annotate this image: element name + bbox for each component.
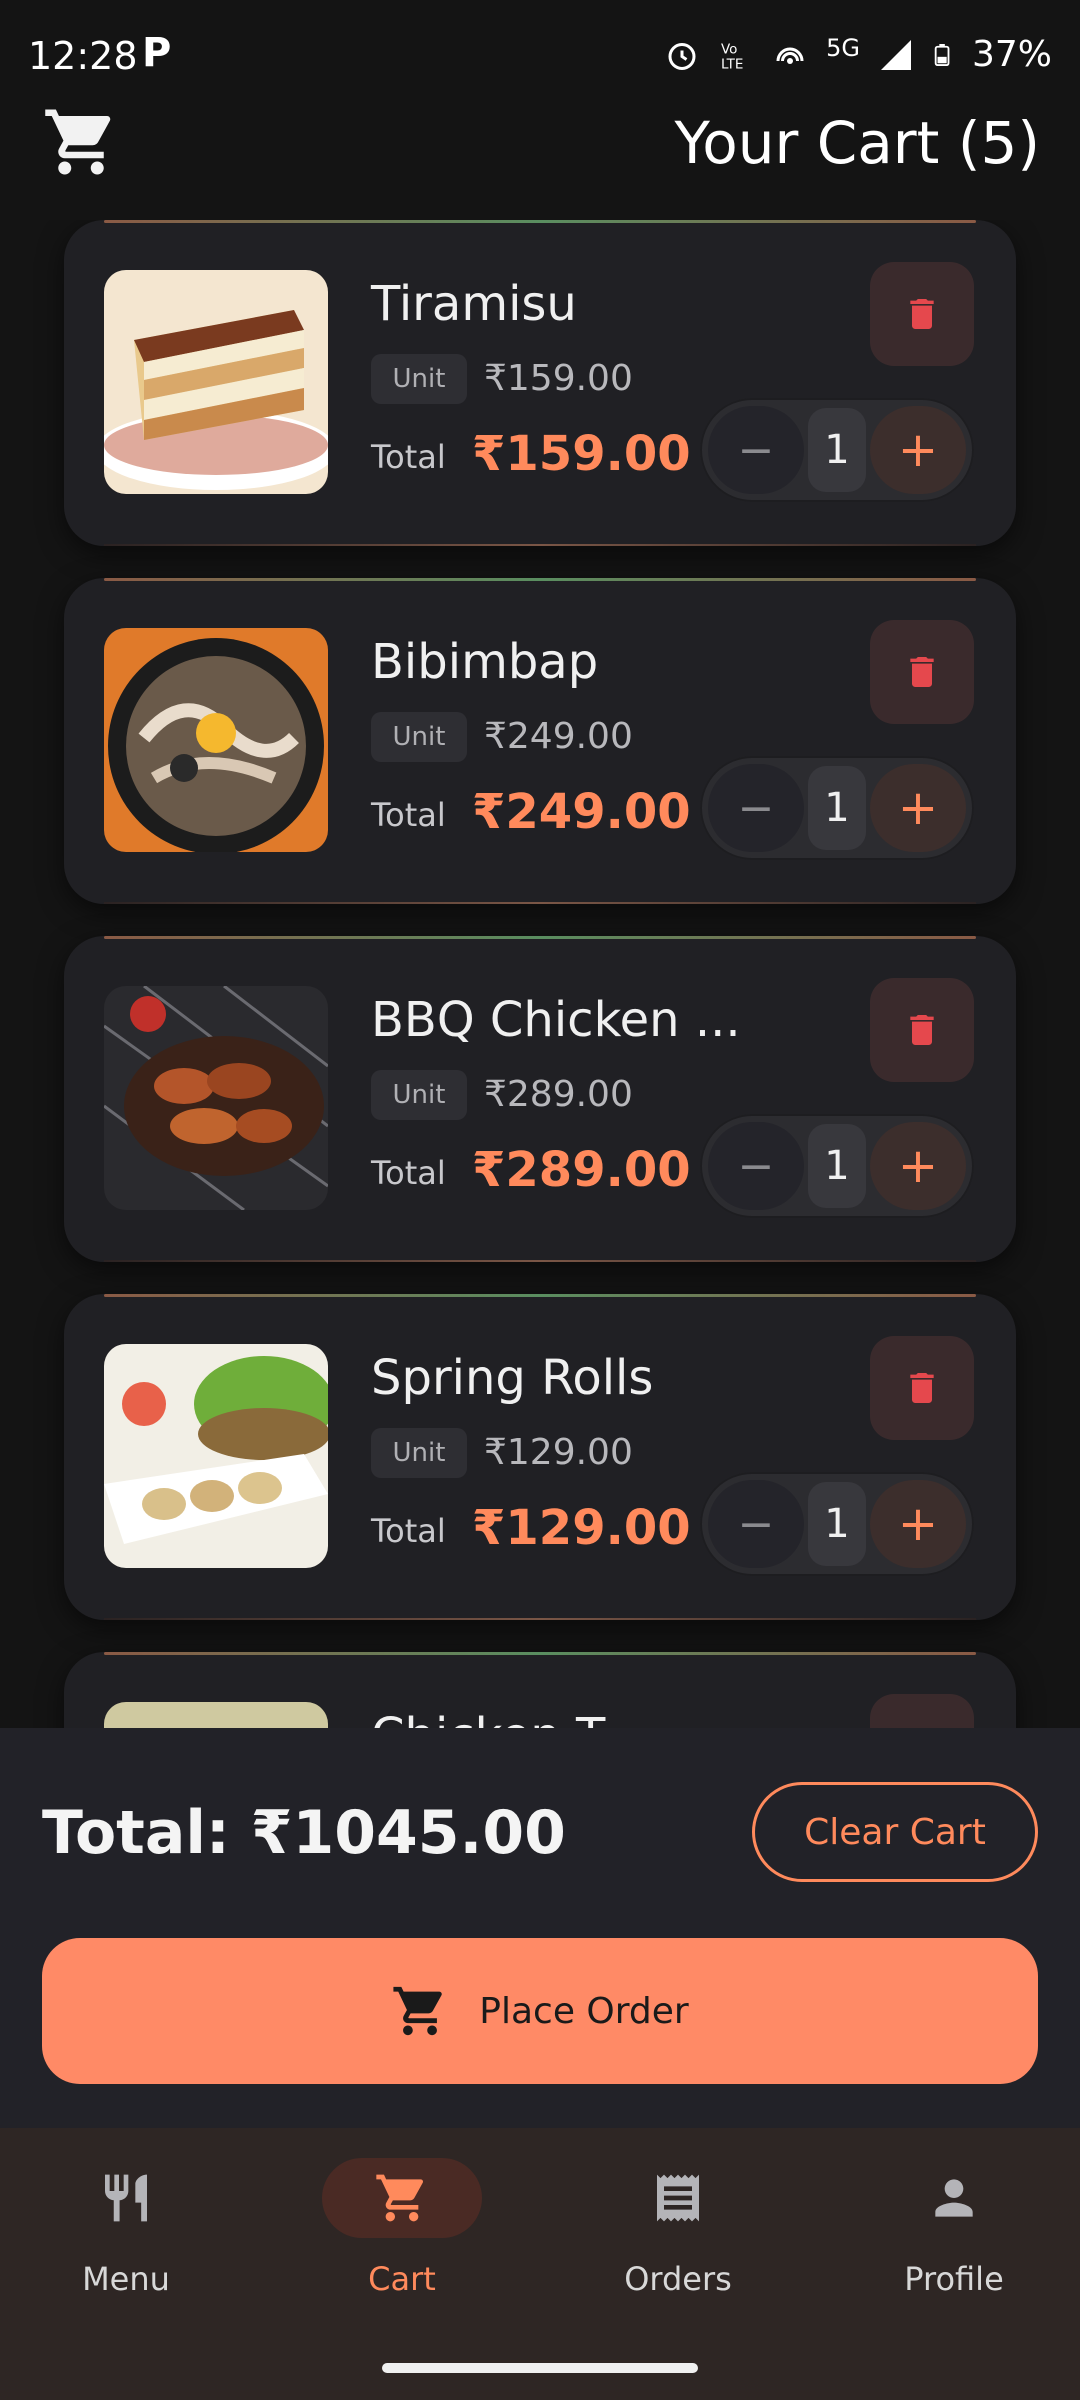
bottom-nav: Menu Cart Orders Profile <box>0 2128 1080 2400</box>
increase-button[interactable]: + <box>870 406 966 494</box>
decrease-button[interactable]: − <box>708 1122 804 1210</box>
trash-icon <box>910 657 934 687</box>
trash-icon <box>910 299 934 329</box>
chicken-image <box>104 1702 328 1730</box>
quantity-stepper: − 1 + <box>700 1472 974 1576</box>
cart-item-card: Bibimbap Unit ₹249.00 Total ₹249.00 − 1 … <box>64 578 1016 904</box>
svg-text:LTE: LTE <box>721 56 743 72</box>
total-label: Total <box>371 1154 446 1192</box>
grand-total: Total: ₹1045.00 <box>42 1798 566 1868</box>
quantity-value: 1 <box>808 766 866 850</box>
unit-chip: Unit <box>371 354 467 404</box>
battery-icon <box>934 43 950 66</box>
increase-button[interactable]: + <box>870 1480 966 1568</box>
item-total: ₹249.00 <box>472 784 691 840</box>
nav-label: Orders <box>624 2260 732 2298</box>
unit-chip: Unit <box>371 712 467 762</box>
item-total: ₹159.00 <box>472 426 691 482</box>
nav-label: Cart <box>368 2260 436 2298</box>
clear-cart-button[interactable]: Clear Cart <box>752 1782 1038 1882</box>
app-notification-icon: P <box>142 30 172 76</box>
spring-rolls-image <box>104 1344 328 1568</box>
unit-price: ₹159.00 <box>484 358 633 399</box>
status-bar: 12:28 P Vo LTE 5G 37% <box>0 0 1080 110</box>
unit-price: ₹249.00 <box>484 716 633 757</box>
delete-button[interactable] <box>870 620 974 724</box>
signal-icon <box>880 39 911 70</box>
decrease-button[interactable]: − <box>708 1480 804 1568</box>
app-header: Your Cart (5) <box>0 95 1080 195</box>
quantity-value: 1 <box>808 1124 866 1208</box>
bbq-chicken-image <box>104 986 328 1210</box>
cart-item-card: Spring Rolls Unit ₹129.00 Total ₹129.00 … <box>64 1294 1016 1620</box>
status-icons: Vo LTE 5G 37% <box>664 34 1052 75</box>
item-name: BBQ Chicken ... <box>371 992 741 1048</box>
status-time: 12:28 <box>28 34 138 78</box>
alarm-icon <box>668 42 696 70</box>
unit-price: ₹289.00 <box>484 1074 633 1115</box>
item-name: Chicken T... <box>371 1708 645 1730</box>
place-order-button[interactable]: Place Order <box>42 1938 1038 2084</box>
receipt-icon <box>598 2158 758 2238</box>
delete-button[interactable] <box>870 978 974 1082</box>
increase-button[interactable]: + <box>870 1122 966 1210</box>
network-type: 5G <box>826 33 860 62</box>
cart-list[interactable]: Tiramisu Unit ₹159.00 Total ₹159.00 − 1 … <box>0 220 1080 1730</box>
battery-level: 37% <box>971 34 1052 75</box>
trash-icon <box>910 1373 934 1403</box>
cart-item-card: Tiramisu Unit ₹159.00 Total ₹159.00 − 1 … <box>64 220 1016 546</box>
total-label: Total <box>371 438 446 476</box>
decrease-button[interactable]: − <box>708 764 804 852</box>
delete-button[interactable] <box>870 1694 974 1730</box>
cart-item-card: Chicken T... <box>64 1652 1016 1730</box>
bibimbap-image <box>104 628 328 852</box>
cart-icon <box>322 2158 482 2238</box>
unit-chip: Unit <box>371 1070 467 1120</box>
gesture-handle[interactable] <box>382 2363 698 2373</box>
item-name: Spring Rolls <box>371 1350 654 1406</box>
nav-label: Menu <box>82 2260 170 2298</box>
svg-text:Vo: Vo <box>721 41 737 57</box>
decrease-button[interactable]: − <box>708 406 804 494</box>
quantity-value: 1 <box>808 1482 866 1566</box>
fork-knife-icon <box>46 2158 206 2238</box>
cart-summary: Total: ₹1045.00 Clear Cart Place Order <box>0 1728 1080 2128</box>
volte-icon: VoLTE <box>721 41 743 72</box>
page-title: Your Cart (5) <box>674 109 1040 177</box>
item-total: ₹289.00 <box>472 1142 691 1198</box>
cart-icon[interactable] <box>42 103 120 181</box>
item-name: Tiramisu <box>371 276 577 332</box>
unit-price: ₹129.00 <box>484 1432 633 1473</box>
place-order-label: Place Order <box>479 1990 689 2032</box>
item-name: Bibimbap <box>371 634 599 690</box>
delete-button[interactable] <box>870 262 974 366</box>
unit-chip: Unit <box>371 1428 467 1478</box>
total-label: Total <box>371 1512 446 1550</box>
nav-item-cart[interactable]: Cart <box>302 2158 502 2318</box>
hotspot-icon <box>776 47 804 64</box>
trash-icon <box>910 1015 934 1045</box>
nav-item-menu[interactable]: Menu <box>26 2158 226 2318</box>
quantity-stepper: − 1 + <box>700 398 974 502</box>
cart-item-card: BBQ Chicken ... Unit ₹289.00 Total ₹289.… <box>64 936 1016 1262</box>
item-total: ₹129.00 <box>472 1500 691 1556</box>
cart-icon <box>393 1986 443 2036</box>
nav-label: Profile <box>904 2260 1004 2298</box>
delete-button[interactable] <box>870 1336 974 1440</box>
quantity-value: 1 <box>808 408 866 492</box>
nav-item-profile[interactable]: Profile <box>854 2158 1054 2318</box>
total-label: Total <box>371 796 446 834</box>
increase-button[interactable]: + <box>870 764 966 852</box>
quantity-stepper: − 1 + <box>700 756 974 860</box>
tiramisu-image <box>104 270 328 494</box>
nav-item-orders[interactable]: Orders <box>578 2158 778 2318</box>
person-icon <box>874 2158 1034 2238</box>
quantity-stepper: − 1 + <box>700 1114 974 1218</box>
